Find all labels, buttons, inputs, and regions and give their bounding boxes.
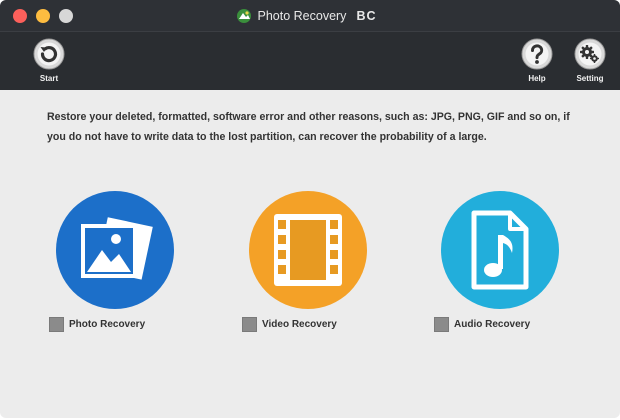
help-button[interactable]: Help <box>521 38 553 83</box>
film-icon <box>274 214 342 286</box>
music-file-icon <box>471 210 529 290</box>
audio-recovery-label: Audio Recovery <box>454 319 531 330</box>
setting-label: Setting <box>576 74 604 83</box>
audio-recovery-option: Audio Recovery <box>434 191 577 332</box>
video-recovery-button[interactable] <box>249 191 367 309</box>
photo-recovery-checkbox[interactable] <box>49 317 64 332</box>
audio-recovery-checkbox-row[interactable]: Audio Recovery <box>434 317 577 332</box>
video-recovery-option: Video Recovery <box>242 191 385 332</box>
start-button[interactable]: Start <box>33 38 65 83</box>
photo-recovery-checkbox-row[interactable]: Photo Recovery <box>49 317 192 332</box>
maximize-window-button[interactable] <box>59 9 73 23</box>
gear-icon <box>574 38 606 70</box>
app-window: Photo Recovery BC Start Help Setting Res… <box>0 0 620 418</box>
photo-icon <box>81 217 153 280</box>
description-text: Restore your deleted, formatted, softwar… <box>47 111 570 143</box>
window-controls <box>13 9 73 23</box>
toolbar: Start Help Setting <box>0 31 620 90</box>
start-label: Start <box>39 74 59 83</box>
window-title: Photo Recovery BC <box>236 8 377 24</box>
restart-icon <box>33 38 65 70</box>
window-title-text: Photo Recovery <box>257 8 347 23</box>
title-bar: Photo Recovery BC <box>0 0 620 31</box>
photo-recovery-label: Photo Recovery <box>69 319 146 330</box>
video-recovery-checkbox[interactable] <box>242 317 257 332</box>
app-logo-icon <box>236 8 251 23</box>
photo-recovery-button[interactable] <box>56 191 174 309</box>
video-recovery-label: Video Recovery <box>262 319 337 330</box>
video-recovery-checkbox-row[interactable]: Video Recovery <box>242 317 385 332</box>
audio-recovery-button[interactable] <box>441 191 559 309</box>
minimize-window-button[interactable] <box>36 9 50 23</box>
photo-recovery-option: Photo Recovery <box>49 191 192 332</box>
close-window-button[interactable] <box>13 9 27 23</box>
setting-button[interactable]: Setting <box>574 38 606 83</box>
help-icon <box>521 38 553 70</box>
help-label: Help <box>528 74 546 83</box>
audio-recovery-checkbox[interactable] <box>434 317 449 332</box>
window-title-suffix: BC <box>356 8 377 23</box>
